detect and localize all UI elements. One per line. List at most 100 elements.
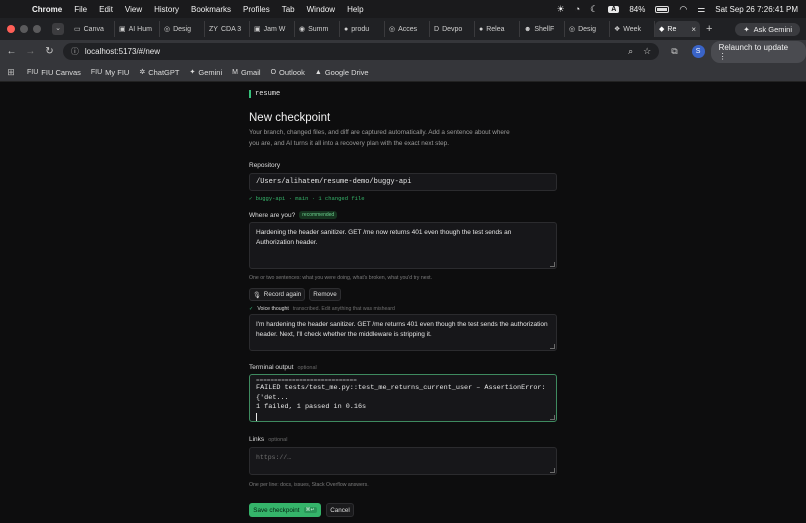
wifi-icon[interactable]: ◠ — [679, 4, 687, 15]
tab-title: Summ — [308, 25, 329, 33]
browser-tab[interactable]: ZY CDA 3 — [205, 21, 250, 37]
bookmark-label: My FIU — [105, 67, 130, 77]
browser-tab[interactable]: ◉ Summ — [295, 21, 340, 37]
bookmark-label: Gemini — [198, 67, 223, 77]
browser-tab[interactable]: ▭ Canva — [70, 21, 115, 37]
resize-grip-icon[interactable] — [550, 468, 555, 473]
site-info-icon[interactable]: ⓘ — [71, 46, 79, 57]
forward-arrow-icon[interactable]: → — [21, 46, 40, 57]
bookmark-item[interactable]: O Outlook — [266, 68, 310, 77]
ask-gemini-label: Ask Gemini — [753, 24, 792, 34]
bookmarks-bar: ⊞ FIU FIU Canvas FIU My FIU ✲ ChatGPT ✦ Gemini M… — [0, 63, 806, 82]
tab-title: Desig — [578, 25, 597, 33]
tab-favicon-icon: ◎ — [389, 26, 396, 33]
resize-grip-icon[interactable] — [550, 262, 555, 267]
remove-recording-button[interactable]: Remove — [309, 288, 341, 301]
record-again-button[interactable]: 🎙 Record again — [249, 288, 305, 301]
gemini-sparkle-icon: ✦ — [743, 24, 750, 34]
terminal-output-textarea[interactable]: ============================ FAILED test… — [249, 374, 557, 422]
browser-tab[interactable]: ◎ Acces — [385, 21, 430, 37]
where-are-you-textarea[interactable]: Hardening the header sanitizer. GET /me … — [249, 222, 557, 269]
browser-tab[interactable]: ▣ AI Hum — [115, 21, 160, 37]
record-again-label: Record again — [263, 291, 302, 298]
minimize-window-button[interactable] — [20, 25, 28, 33]
tab-favicon-icon: ◆ — [659, 26, 665, 33]
moon-icon[interactable]: ☾ — [590, 4, 598, 15]
menu-window[interactable]: Window — [301, 5, 341, 14]
menu-chrome[interactable]: Chrome — [26, 5, 68, 14]
tab-favicon-icon: ◉ — [299, 26, 306, 33]
menubar-clock[interactable]: Sat Sep 26 7:26:41 PM — [715, 5, 798, 14]
bookmark-label: Gmail — [240, 67, 261, 77]
profile-avatar[interactable]: S — [691, 45, 705, 58]
back-arrow-icon[interactable]: ← — [2, 46, 21, 57]
menu-bookmarks[interactable]: Bookmarks — [185, 5, 237, 14]
tab-favicon-icon: D — [434, 25, 440, 33]
bookmark-label: ChatGPT — [148, 67, 180, 77]
battery-icon[interactable] — [655, 5, 670, 13]
relaunch-to-update-button[interactable]: Relaunch to update ⋮ — [710, 40, 806, 63]
bookmark-favicon-icon: ✦ — [189, 69, 196, 76]
tab-favicon-icon: ZY — [209, 25, 218, 33]
browser-tab[interactable]: ☻ ShellF — [520, 21, 565, 37]
cancel-button[interactable]: Cancel — [326, 503, 354, 517]
resize-grip-icon[interactable] — [550, 344, 555, 349]
browser-tab[interactable]: ● produ — [340, 21, 385, 37]
address-bar[interactable]: ⓘ localhost:5173/#/new ⌕ ☆ — [62, 43, 660, 60]
menu-help[interactable]: Help — [341, 5, 369, 14]
close-tab-icon[interactable]: × — [691, 25, 696, 34]
tab-title: Relea — [486, 25, 505, 33]
recommended-badge: recommended — [299, 211, 338, 219]
bookmark-favicon-icon: ▲ — [314, 68, 322, 76]
browser-tab[interactable]: ◎ Desig — [160, 21, 205, 37]
repository-field[interactable]: /Users/alihatem/resume-demo/buggy-api — [249, 173, 557, 191]
tab-search-chevron-icon[interactable]: ⌄ — [52, 23, 64, 35]
browser-tab[interactable]: D Devpo — [430, 21, 475, 37]
address-url[interactable]: localhost:5173/#/new — [85, 47, 160, 56]
zoom-window-button[interactable] — [33, 25, 41, 33]
voice-thought-title: Voice thought — [257, 306, 289, 312]
menu-history[interactable]: History — [148, 5, 185, 14]
menu-file[interactable]: File — [68, 5, 93, 14]
links-label-text: Links — [249, 436, 265, 443]
ask-gemini-button[interactable]: ✦ Ask Gemini — [735, 22, 800, 36]
save-checkpoint-label: Save checkpoint — [253, 506, 300, 514]
save-checkpoint-button[interactable]: Save checkpoint ⌘↵ — [249, 503, 321, 517]
new-tab-plus-icon[interactable]: + — [700, 23, 718, 35]
bookmark-item[interactable]: FIU My FIU — [86, 68, 134, 77]
voice-transcript-textarea[interactable]: I'm hardening the header sanitizer. GET … — [249, 314, 557, 351]
resize-grip-icon[interactable] — [550, 415, 555, 420]
close-window-button[interactable] — [7, 25, 15, 33]
bookmark-item[interactable]: ✦ Gemini — [184, 68, 227, 77]
bookmark-star-icon[interactable]: ☆ — [643, 46, 651, 57]
control-center-icon[interactable]: ⚌ — [697, 4, 705, 15]
bookmark-item[interactable]: ✲ ChatGPT — [134, 68, 184, 77]
repository-label-text: Repository — [249, 162, 281, 169]
reload-icon[interactable]: ↻ — [40, 46, 59, 57]
browser-tab[interactable]: ❖ Week — [610, 21, 655, 37]
input-source-icon[interactable]: A — [608, 5, 620, 13]
brightness-icon[interactable]: ☀ — [557, 4, 565, 15]
bookmark-item[interactable]: M Gmail — [227, 68, 265, 77]
browser-tab[interactable]: ◎ Desig — [565, 21, 610, 37]
browser-tab[interactable]: ● Relea — [475, 21, 520, 37]
brand-bar-icon — [249, 90, 251, 98]
browser-tab[interactable]: ▣ Jam W — [250, 21, 295, 37]
apps-grid-icon[interactable]: ⊞ — [0, 67, 22, 78]
tab-favicon-icon: ◎ — [569, 26, 576, 33]
bookmark-item[interactable]: ▲ Google Drive — [310, 68, 374, 77]
zoom-search-icon[interactable]: ⌕ — [628, 46, 633, 57]
brand-logo[interactable]: resume — [249, 90, 280, 98]
menu-edit[interactable]: Edit — [93, 5, 119, 14]
bookmark-favicon-icon: ✲ — [139, 69, 146, 76]
timer-icon[interactable]: ◔ — [575, 4, 580, 14]
menu-profiles[interactable]: Profiles — [237, 5, 276, 14]
menu-view[interactable]: View — [119, 5, 148, 14]
tab-active[interactable]: ◆ Re × — [655, 21, 700, 37]
voice-thought-caption: ✓ Voice thought transcribed. Edit anythi… — [249, 306, 395, 312]
bookmark-item[interactable]: FIU FIU Canvas — [22, 68, 86, 77]
menu-tab[interactable]: Tab — [276, 5, 301, 14]
extensions-puzzle-icon[interactable]: ⧉ — [671, 46, 677, 57]
links-textarea[interactable]: https://… — [249, 447, 557, 475]
bookmark-favicon-icon: O — [270, 68, 277, 76]
